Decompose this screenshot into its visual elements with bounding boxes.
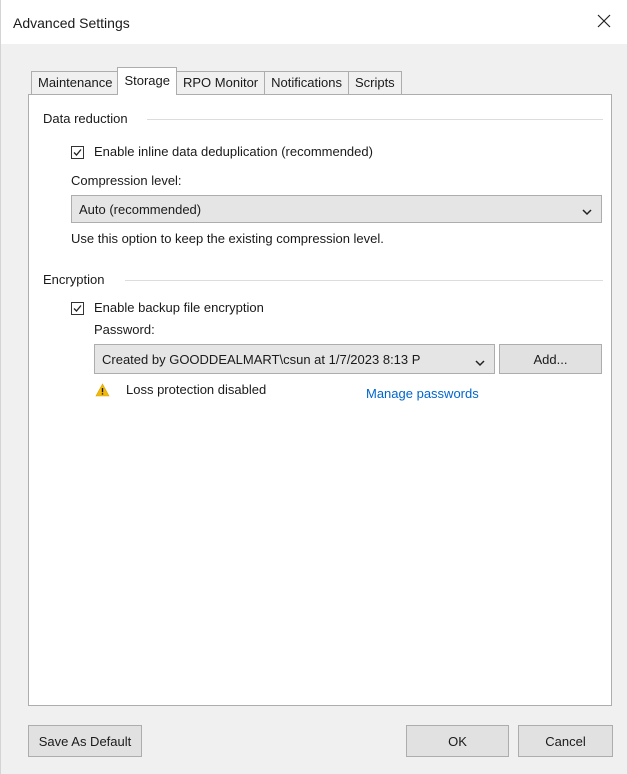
password-select[interactable]: Created by GOODDEALMART\csun at 1/7/2023… bbox=[94, 344, 495, 374]
tab-storage[interactable]: Storage bbox=[117, 67, 177, 95]
storage-tab-panel: Data reduction Enable inline data dedupl… bbox=[28, 94, 612, 706]
tab-maintenance[interactable]: Maintenance bbox=[31, 71, 120, 95]
encryption-checkbox[interactable] bbox=[71, 302, 84, 315]
password-value: Created by GOODDEALMART\csun at 1/7/2023… bbox=[102, 352, 421, 367]
encryption-checkbox-label[interactable]: Enable backup file encryption bbox=[94, 300, 264, 315]
save-as-default-button[interactable]: Save As Default bbox=[28, 725, 142, 757]
loss-protection-warning: Loss protection disabled bbox=[126, 382, 267, 397]
add-password-button[interactable]: Add... bbox=[499, 344, 602, 374]
close-icon bbox=[597, 14, 611, 31]
compression-level-value: Auto (recommended) bbox=[79, 202, 202, 217]
checkmark-icon bbox=[73, 149, 82, 156]
close-button[interactable] bbox=[581, 0, 627, 44]
title-bar: Advanced Settings bbox=[1, 0, 627, 44]
data-reduction-divider bbox=[147, 119, 603, 120]
chevron-down-icon bbox=[475, 355, 485, 370]
compression-level-select[interactable]: Auto (recommended) bbox=[71, 195, 602, 223]
compression-hint: Use this option to keep the existing com… bbox=[71, 231, 384, 246]
cancel-button[interactable]: Cancel bbox=[518, 725, 613, 757]
compression-level-label: Compression level: bbox=[71, 173, 182, 188]
tab-notifications[interactable]: Notifications bbox=[264, 71, 349, 95]
dedup-checkbox[interactable] bbox=[71, 146, 84, 159]
warning-icon bbox=[95, 383, 110, 400]
window-title: Advanced Settings bbox=[13, 15, 130, 31]
advanced-settings-dialog: Advanced Settings Maintenance Storage RP… bbox=[0, 0, 628, 774]
tab-scripts[interactable]: Scripts bbox=[347, 71, 402, 95]
chevron-down-icon bbox=[582, 204, 592, 219]
checkmark-icon bbox=[73, 305, 82, 312]
tab-strip: Maintenance Storage RPO Monitor Notifica… bbox=[31, 67, 402, 95]
dedup-checkbox-label[interactable]: Enable inline data deduplication (recomm… bbox=[94, 144, 373, 159]
encryption-divider bbox=[125, 280, 603, 281]
ok-button[interactable]: OK bbox=[406, 725, 509, 757]
tab-rpo-monitor[interactable]: RPO Monitor bbox=[176, 71, 266, 95]
manage-passwords-link[interactable]: Manage passwords bbox=[366, 386, 479, 401]
password-label: Password: bbox=[94, 322, 155, 337]
encryption-heading: Encryption bbox=[43, 272, 110, 287]
data-reduction-heading: Data reduction bbox=[43, 111, 133, 126]
